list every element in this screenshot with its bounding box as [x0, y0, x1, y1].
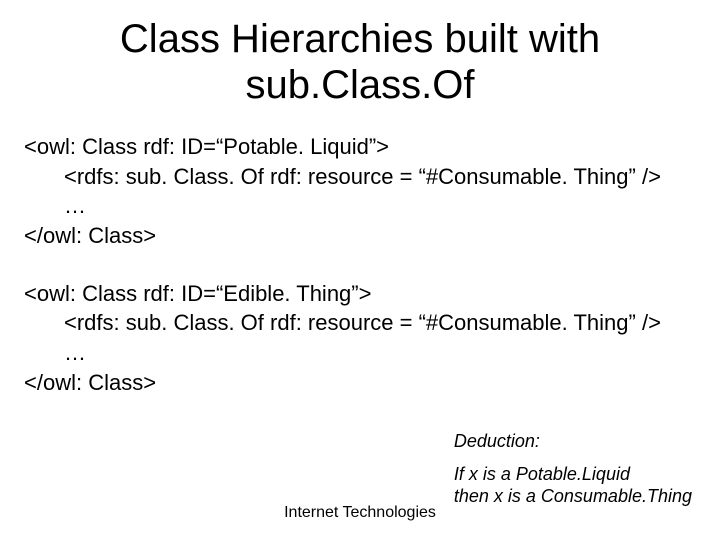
code-line: … — [24, 191, 696, 221]
code-line: <owl: Class rdf: ID=“Edible. Thing”> — [24, 279, 696, 309]
code-block-1: <owl: Class rdf: ID=“Potable. Liquid”> <… — [24, 132, 696, 251]
code-line: <owl: Class rdf: ID=“Potable. Liquid”> — [24, 132, 696, 162]
deduction-note: Deduction: If x is a Potable.Liquid then… — [454, 430, 692, 508]
deduction-label: Deduction: — [454, 430, 692, 453]
slide: Class Hierarchies built with sub.Class.O… — [0, 0, 720, 540]
slide-footer: Internet Technologies — [0, 504, 720, 522]
code-line: </owl: Class> — [24, 221, 696, 251]
deduction-line: If x is a Potable.Liquid — [454, 463, 692, 486]
code-line: <rdfs: sub. Class. Of rdf: resource = “#… — [24, 162, 696, 192]
code-line: … — [24, 338, 696, 368]
slide-title: Class Hierarchies built with sub.Class.O… — [50, 16, 670, 108]
code-line: <rdfs: sub. Class. Of rdf: resource = “#… — [24, 308, 696, 338]
code-line: </owl: Class> — [24, 368, 696, 398]
code-block-2: <owl: Class rdf: ID=“Edible. Thing”> <rd… — [24, 279, 696, 398]
